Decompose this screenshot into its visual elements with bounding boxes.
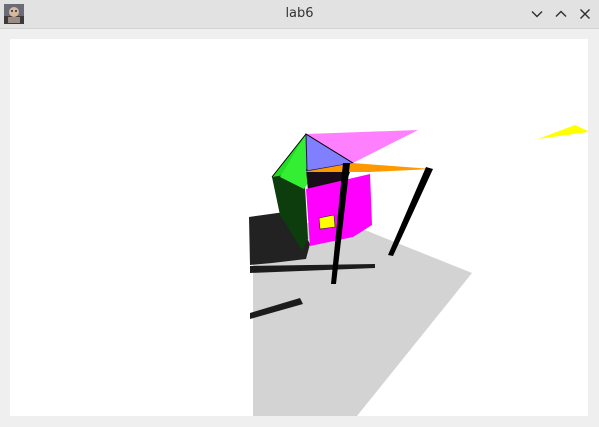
close-button[interactable] — [575, 4, 595, 24]
chevron-down-icon — [531, 11, 543, 18]
minimize-button[interactable] — [527, 4, 547, 24]
close-icon — [580, 9, 590, 19]
maximize-button[interactable] — [551, 4, 571, 24]
pole-2 — [388, 167, 433, 256]
3d-scene-canvas — [249, 125, 588, 416]
chevron-up-icon — [555, 10, 567, 17]
window-title: lab6 — [285, 6, 314, 21]
opengl-viewport[interactable] — [10, 39, 588, 416]
yellow-triangle — [538, 125, 588, 139]
title-bar[interactable]: lab6 — [0, 0, 599, 29]
app-window: lab6 — [0, 0, 599, 427]
